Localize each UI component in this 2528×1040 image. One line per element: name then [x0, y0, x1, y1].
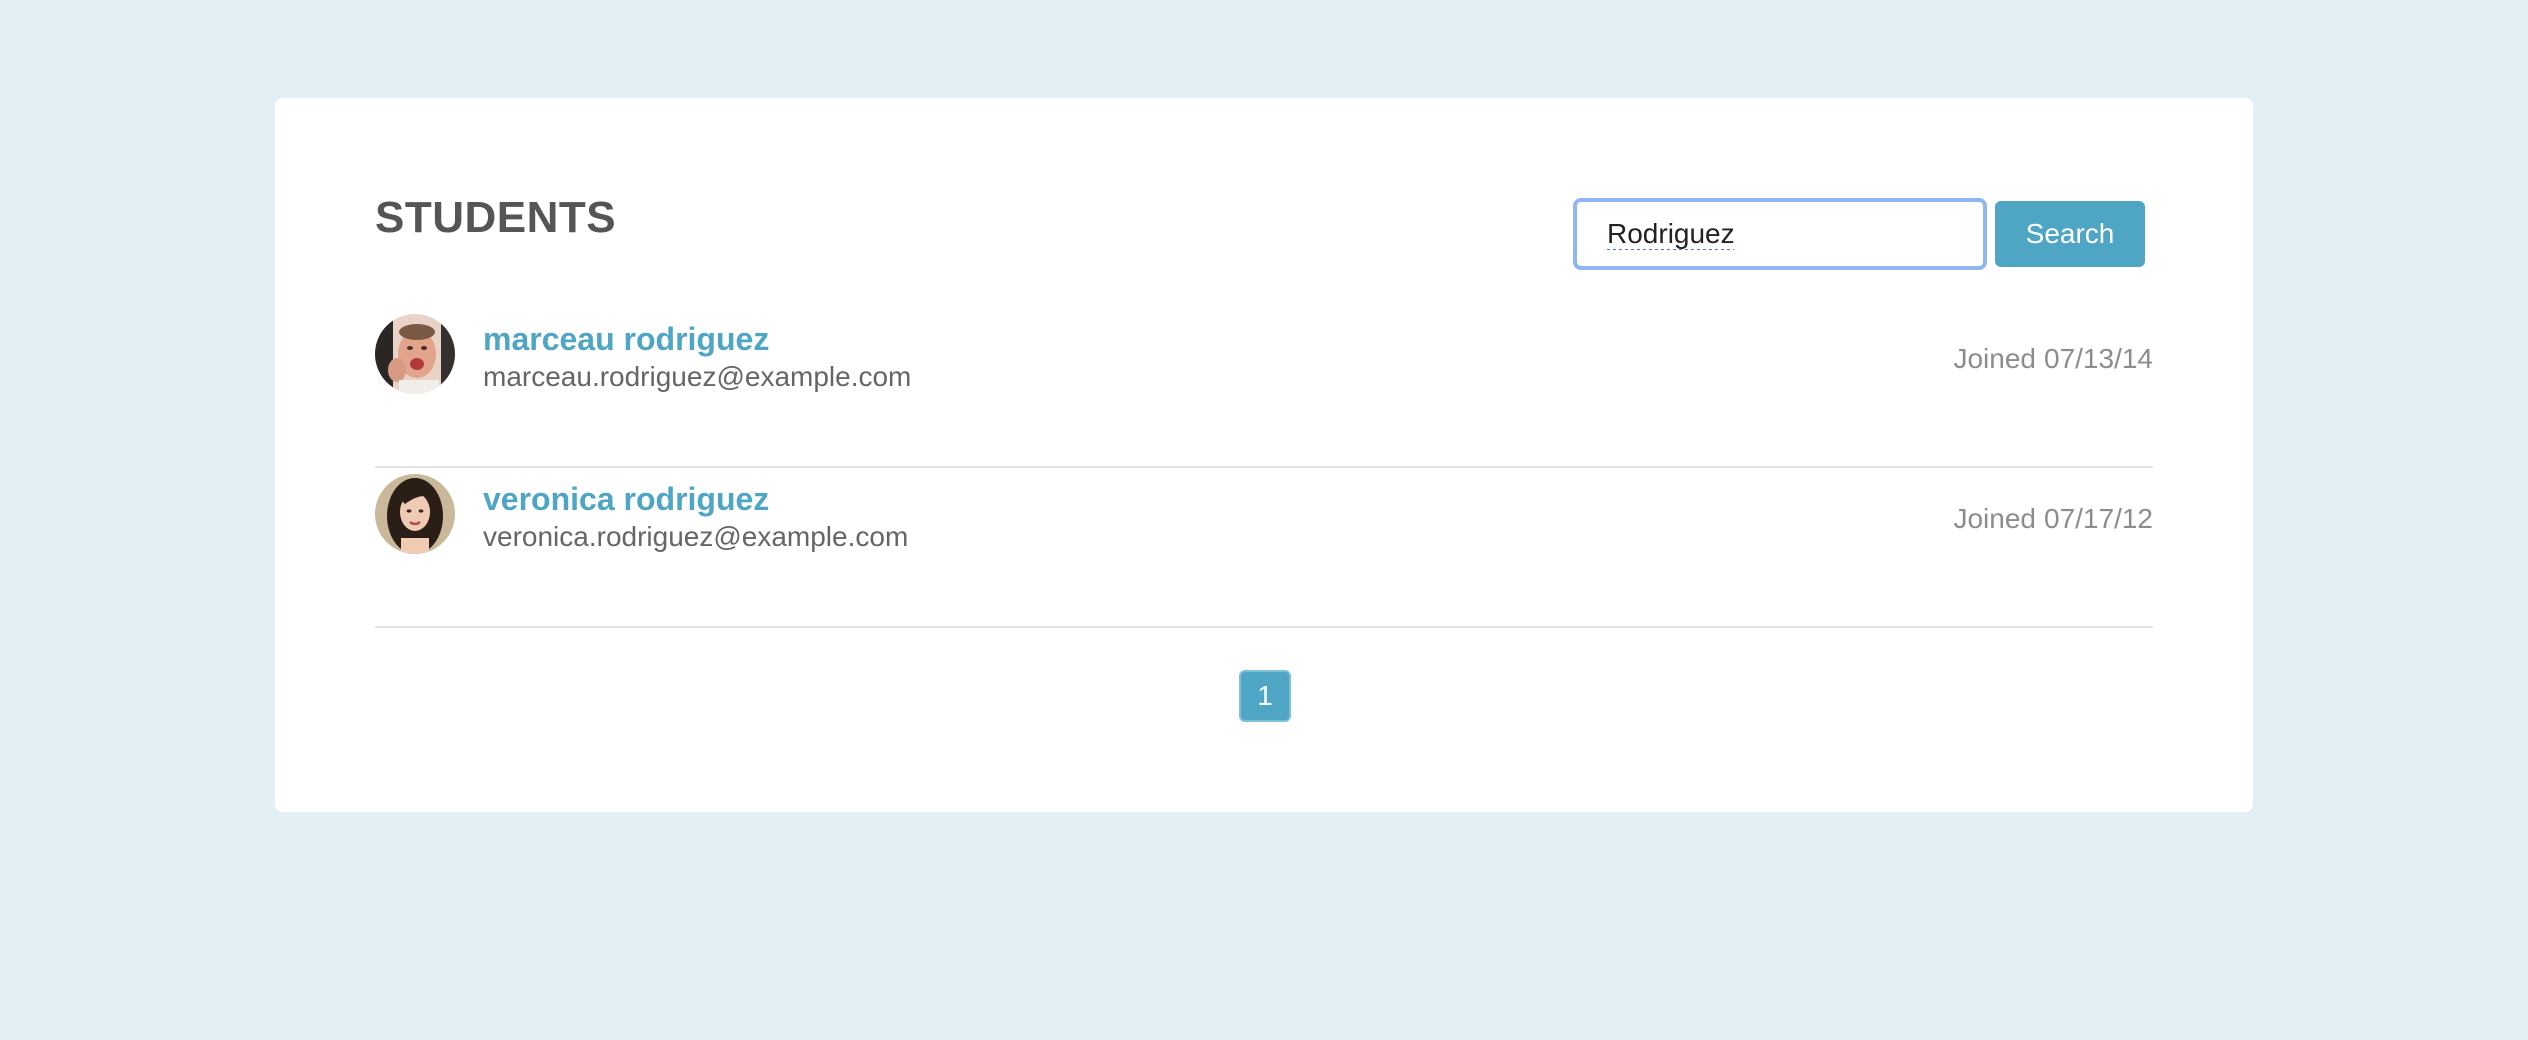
student-name-link[interactable]: marceau rodriguez — [483, 320, 769, 358]
page-link-current[interactable]: 1 — [1239, 670, 1291, 722]
students-card: STUDENTS Search marceau rod — [275, 98, 2253, 812]
joined-label: Joined — [1953, 343, 2036, 374]
joined-date: 07/17/12 — [2044, 503, 2153, 534]
avatar — [375, 314, 455, 394]
page-title: STUDENTS — [375, 193, 617, 242]
student-name-link[interactable]: veronica rodriguez — [483, 480, 769, 518]
joined-label: Joined — [1953, 503, 2036, 534]
avatar-photo-marceau — [375, 314, 455, 394]
student-row: marceau rodriguez marceau.rodriguez@exam… — [375, 308, 2153, 468]
search-input[interactable] — [1573, 198, 1987, 270]
student-row: veronica rodriguez veronica.rodriguez@ex… — [375, 468, 2153, 628]
joined-date-text: Joined 07/13/14 — [1953, 342, 2153, 376]
avatar — [375, 474, 455, 554]
student-list: marceau rodriguez marceau.rodriguez@exam… — [375, 308, 2153, 628]
student-email: marceau.rodriguez@example.com — [483, 361, 912, 392]
search-form: Search — [1573, 198, 2145, 270]
joined-date: 07/13/14 — [2044, 343, 2153, 374]
avatar-photo-veronica — [375, 474, 455, 554]
student-email: veronica.rodriguez@example.com — [483, 521, 909, 552]
joined-date-text: Joined 07/17/12 — [1953, 502, 2153, 536]
pagination: 1 — [1239, 670, 1291, 722]
search-button[interactable]: Search — [1995, 201, 2145, 267]
